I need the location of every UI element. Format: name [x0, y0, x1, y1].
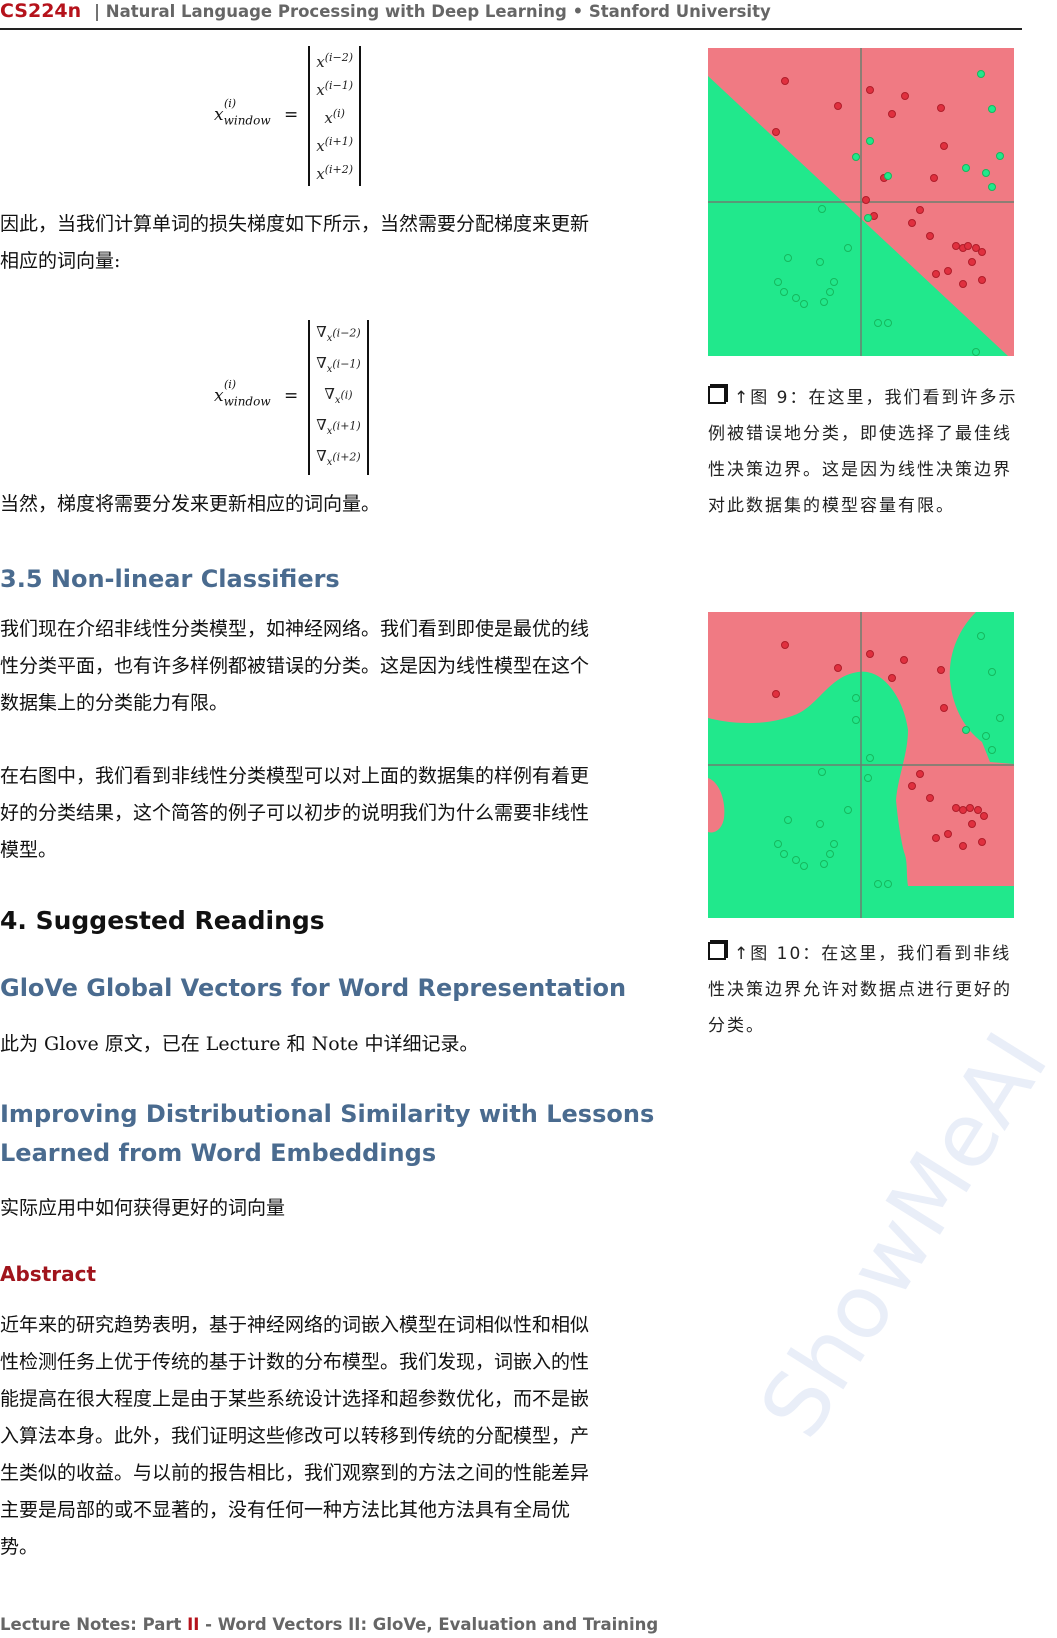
abstract-text: 近年来的研究趋势表明，基于神经网络的词嵌入模型在词相似性和相似性检测任务上优于传…	[0, 1314, 590, 1558]
watermark-logo: ShowMeAI	[740, 1015, 1057, 1455]
eq2-lhs-sub: window	[223, 394, 271, 409]
section-heading-3-5: 3.5 Non-linear Classifiers	[0, 565, 340, 593]
eq1-row: x(i)	[324, 107, 345, 127]
paragraph-nonlinear-2: 在右图中，我们看到非线性分类模型可以对上面的数据集的样例有着更好的分类结果，这个…	[0, 765, 590, 861]
footer-part: II	[187, 1615, 200, 1634]
eq1-row: x(i−2)	[316, 51, 354, 71]
course-code: CS224n	[0, 0, 82, 22]
paragraph-gradient-dist: 当然，梯度将需要分发来更新相应的词向量。	[0, 493, 381, 515]
equation-window-vector: xwindow (i) = x(i−2) x(i−1) x(i) x(i+1) x…	[214, 46, 362, 186]
header-rule	[0, 28, 1022, 30]
equation-window-gradient: xwindow (i) = ∇x(i−2) ∇x(i−1) ∇x(i) ∇x(i+…	[214, 320, 369, 475]
eq1-lhs-sup: (i)	[224, 96, 237, 110]
eq1-lhs-sub: window	[223, 113, 271, 128]
header-title: | Natural Language Processing with Deep …	[94, 2, 771, 21]
reading-heading-glove: GloVe Global Vectors for Word Representa…	[0, 974, 627, 1002]
reading-heading-improving-1: Improving Distributional Similarity with…	[0, 1100, 655, 1128]
eq2-matrix: ∇x(i−2) ∇x(i−1) ∇x(i) ∇x(i+1) ∇x(i+2)	[308, 320, 369, 475]
eq1-lhs: x	[214, 104, 224, 125]
eq2-row: ∇x(i−1)	[316, 354, 361, 375]
figure-marker-icon	[708, 386, 726, 404]
footer-prefix: Lecture Notes: Part	[0, 1615, 188, 1634]
eq1-matrix: x(i−2) x(i−1) x(i) x(i+1) x(i+2)	[308, 46, 362, 186]
reading-text-improving: 实际应用中如何获得更好的词向量	[0, 1197, 286, 1219]
section-heading-4: 4. Suggested Readings	[0, 906, 325, 935]
figure-10-nonlinear-boundary	[708, 612, 1014, 918]
footer: Lecture Notes: Part II - Word Vectors II…	[0, 1615, 658, 1634]
eq2-lhs: x	[214, 386, 224, 407]
eq2-row: ∇x(i+1)	[316, 416, 361, 437]
abstract-heading: Abstract	[0, 1262, 97, 1286]
eq2-row: ∇x(i+2)	[316, 447, 361, 468]
figure-marker-icon	[708, 942, 726, 960]
paragraph-gradient-intro: 因此，当我们计算单词的损失梯度如下所示，当然需要分配梯度来更新相应的词向量:	[0, 213, 590, 272]
eq1-row: x(i+1)	[316, 135, 354, 155]
footer-suffix: - Word Vectors II: GloVe, Evaluation and…	[199, 1615, 659, 1634]
eq1-row: x(i−1)	[316, 79, 354, 99]
eq2-lhs-sup: (i)	[224, 378, 237, 392]
figure-9-caption: ↑图 9：在这里，我们看到许多示例被错误地分类，即使选择了最佳线性决策边界。这是…	[708, 386, 1018, 516]
reading-heading-improving-2: Learned from Word Embeddings	[0, 1139, 437, 1167]
eq2-row: ∇x(i−2)	[316, 323, 361, 344]
paragraph-nonlinear-1: 我们现在介绍非线性分类模型，如神经网络。我们看到即使是最优的线性分类平面，也有许…	[0, 618, 590, 714]
eq2-row: ∇x(i)	[324, 385, 353, 406]
figure-9-linear-boundary	[708, 48, 1014, 356]
reading-text-glove: 此为 Glove 原文，已在 Lecture 和 Note 中详细记录。	[0, 1033, 479, 1055]
eq1-row: x(i+2)	[316, 163, 354, 183]
